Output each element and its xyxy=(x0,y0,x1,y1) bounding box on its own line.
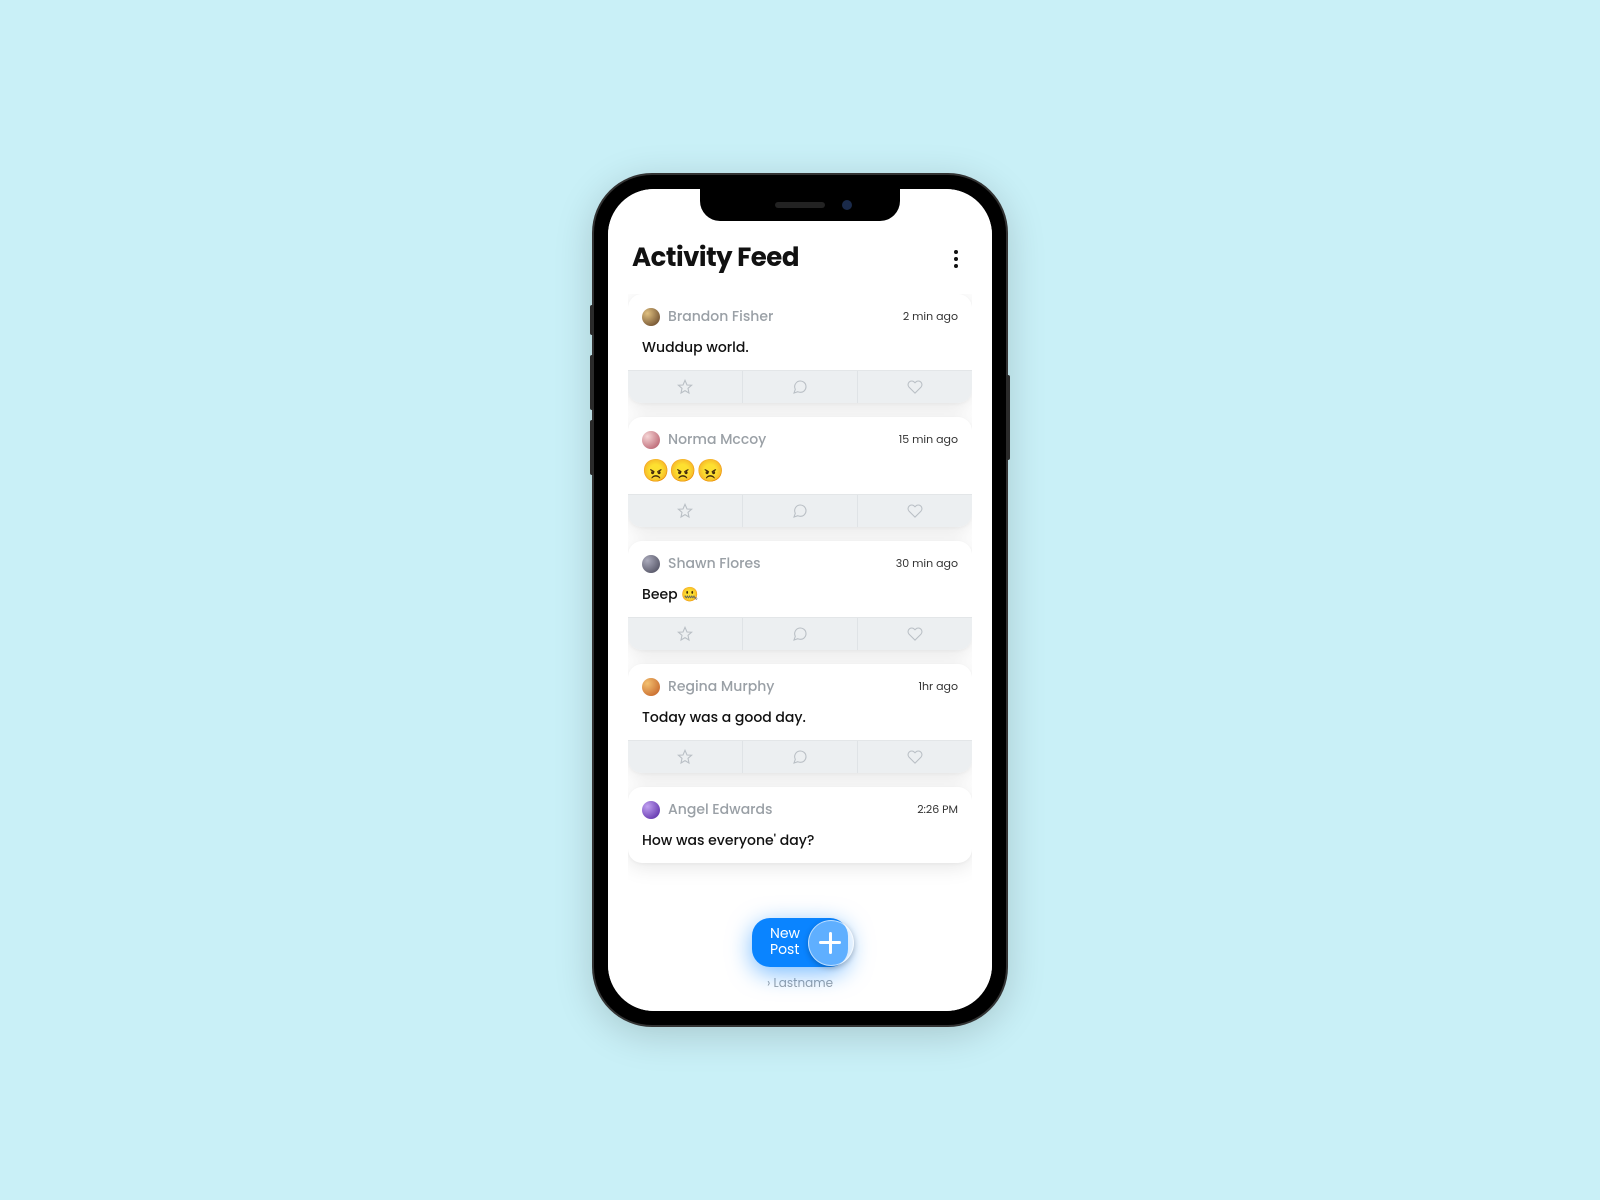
post-author: Angel Edwards xyxy=(668,799,773,820)
page-title: Activity Feed xyxy=(632,239,799,278)
post-timestamp: 30 min ago xyxy=(896,555,958,572)
tap-indicator xyxy=(808,920,854,966)
post-author: Norma Mccoy xyxy=(668,429,766,450)
star-button[interactable] xyxy=(628,495,743,527)
post-content: Today was a good day. xyxy=(642,707,958,728)
post-timestamp: 1hr ago xyxy=(918,678,958,695)
post-content: Beep 🤐 xyxy=(642,584,958,605)
feed-card[interactable]: Regina Murphy 1hr ago Today was a good d… xyxy=(628,664,972,773)
post-content: Wuddup world. xyxy=(642,337,958,358)
post-author: Regina Murphy xyxy=(668,676,774,697)
star-button[interactable] xyxy=(628,371,743,403)
post-content: How was everyone' day? xyxy=(642,830,958,851)
avatar xyxy=(642,678,660,696)
avatar xyxy=(642,308,660,326)
post-actions xyxy=(628,617,972,650)
like-button[interactable] xyxy=(858,371,972,403)
comment-button[interactable] xyxy=(743,741,858,773)
phone-frame: Activity Feed Brandon Fisher 2 min ago W… xyxy=(594,175,1006,1025)
feed-card[interactable]: Angel Edwards 2:26 PM How was everyone' … xyxy=(628,787,972,863)
feed-card[interactable]: Norma Mccoy 15 min ago 😠😠😠 xyxy=(628,417,972,527)
avatar xyxy=(642,555,660,573)
feed-card[interactable]: Brandon Fisher 2 min ago Wuddup world. xyxy=(628,294,972,403)
like-button[interactable] xyxy=(858,618,972,650)
mute-switch xyxy=(590,305,594,335)
more-menu-button[interactable] xyxy=(944,247,968,271)
avatar xyxy=(642,801,660,819)
post-timestamp: 2:26 PM xyxy=(917,801,958,818)
volume-up-button xyxy=(590,355,594,410)
comment-button[interactable] xyxy=(743,618,858,650)
post-author: Shawn Flores xyxy=(668,553,761,574)
star-button[interactable] xyxy=(628,741,743,773)
feed-card[interactable]: Shawn Flores 30 min ago Beep 🤐 xyxy=(628,541,972,650)
volume-down-button xyxy=(590,420,594,475)
like-button[interactable] xyxy=(858,495,972,527)
post-timestamp: 2 min ago xyxy=(903,308,958,325)
avatar xyxy=(642,431,660,449)
star-button[interactable] xyxy=(628,618,743,650)
app-screen: Activity Feed Brandon Fisher 2 min ago W… xyxy=(608,189,992,1011)
partial-footer-hint: › Lastname xyxy=(608,975,992,993)
post-actions xyxy=(628,494,972,527)
post-author: Brandon Fisher xyxy=(668,306,773,327)
power-button xyxy=(1006,375,1010,460)
activity-feed[interactable]: Brandon Fisher 2 min ago Wuddup world. N… xyxy=(628,294,972,1011)
post-actions xyxy=(628,370,972,403)
new-post-label-2: Post xyxy=(770,942,800,957)
post-timestamp: 15 min ago xyxy=(899,431,958,448)
new-post-button[interactable]: New Post xyxy=(752,918,848,967)
like-button[interactable] xyxy=(858,741,972,773)
post-actions xyxy=(628,740,972,773)
comment-button[interactable] xyxy=(743,495,858,527)
phone-notch xyxy=(700,189,900,221)
comment-button[interactable] xyxy=(743,371,858,403)
header: Activity Feed xyxy=(628,235,972,294)
post-content: 😠😠😠 xyxy=(642,460,958,482)
